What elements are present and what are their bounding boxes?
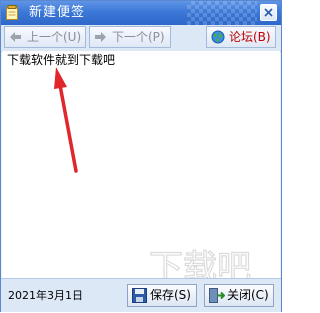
- arrow-left-icon: [10, 32, 21, 42]
- next-button[interactable]: 下一个(P): [89, 26, 171, 48]
- window-close-button[interactable]: [260, 4, 277, 21]
- title-bar[interactable]: 新建便签: [1, 1, 281, 25]
- forum-button[interactable]: 论坛(B): [206, 26, 276, 48]
- note-text[interactable]: 下载软件就到下载吧: [7, 53, 115, 67]
- close-button[interactable]: 关闭(C): [204, 284, 274, 307]
- window-title: 新建便签: [29, 5, 86, 20]
- note-content-area[interactable]: [2, 51, 280, 278]
- note-icon: [6, 5, 18, 20]
- status-bar: 2021年3月1日 保存(S) 关闭(C): [1, 278, 281, 312]
- floppy-disk-icon: [132, 288, 147, 303]
- arrow-right-icon: [95, 32, 106, 42]
- note-date: 2021年3月1日: [8, 289, 83, 302]
- save-label: 保存(S): [150, 288, 191, 302]
- close-icon: [264, 8, 273, 17]
- note-window: 新建便签 上一个(U) 下一个(P) 论坛(B) 下载软件就到下载吧 下载吧 2…: [0, 0, 282, 312]
- prev-button[interactable]: 上一个(U): [4, 26, 86, 48]
- close-label: 关闭(C): [227, 288, 269, 302]
- prev-label: 上一个(U): [27, 30, 82, 44]
- forum-label: 论坛(B): [229, 30, 271, 44]
- save-button[interactable]: 保存(S): [127, 284, 197, 307]
- next-label: 下一个(P): [112, 30, 165, 44]
- toolbar: 上一个(U) 下一个(P) 论坛(B): [1, 25, 281, 52]
- title-decoration: [187, 1, 257, 25]
- exit-door-icon: [209, 288, 225, 303]
- globe-icon: [211, 30, 225, 44]
